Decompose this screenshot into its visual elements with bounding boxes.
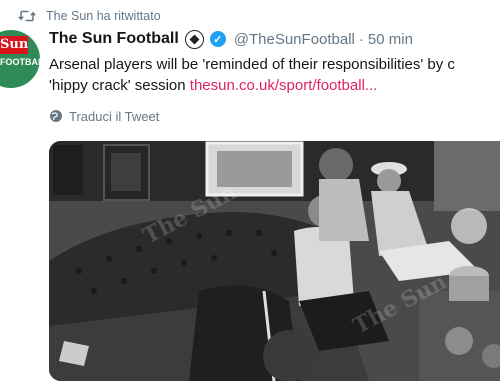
retweet-label[interactable]: The Sun ha ritwittato bbox=[46, 9, 161, 23]
tweet-text-line-1: Arsenal players will be 'reminded of the… bbox=[49, 56, 455, 73]
avatar-logo-sub: FOOTBALL bbox=[0, 57, 40, 67]
tweet-photo[interactable]: The Sun The Sun bbox=[49, 141, 500, 381]
globe-icon bbox=[50, 110, 62, 122]
retweet-context: The Sun ha ritwittato bbox=[18, 6, 161, 26]
tweet-text-line-2-prefix: 'hippy crack' session bbox=[49, 77, 190, 94]
header-separator: · bbox=[358, 30, 364, 48]
verified-badge-icon: ✓ bbox=[209, 31, 226, 47]
display-name[interactable]: The Sun Football bbox=[49, 30, 179, 48]
photo-image bbox=[49, 141, 500, 381]
avatar-logo-text: Sun bbox=[0, 36, 29, 54]
article-link[interactable]: thesun.co.uk/sport/football... bbox=[190, 77, 378, 94]
tweet-text: Arsenal players will be 'reminded of the… bbox=[49, 54, 500, 96]
user-handle[interactable]: @TheSunFootball bbox=[234, 31, 355, 48]
translate-tweet-button[interactable]: Traduci il Tweet bbox=[49, 104, 159, 128]
soccer-ball-icon bbox=[184, 29, 204, 49]
tweet-timestamp[interactable]: 50 min bbox=[368, 31, 413, 48]
avatar[interactable]: Sun FOOTBALL bbox=[0, 30, 40, 88]
translate-label: Traduci il Tweet bbox=[69, 108, 160, 124]
tweet-header: The Sun Football ✓ @TheSunFootball · 50 … bbox=[49, 28, 413, 50]
retweet-icon bbox=[18, 10, 36, 22]
tweet-text-line-2: 'hippy crack' session thesun.co.uk/sport… bbox=[49, 75, 500, 96]
